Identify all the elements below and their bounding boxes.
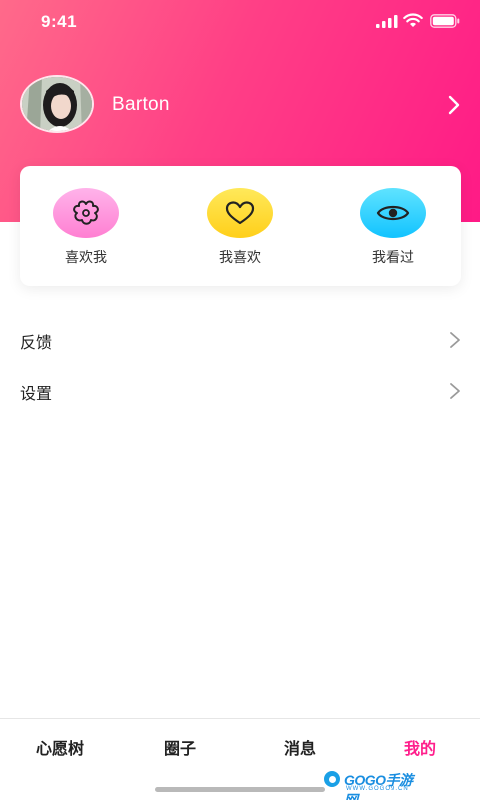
watermark-brand: GOGO手游网 bbox=[344, 772, 413, 800]
watermark-mark-icon bbox=[322, 769, 342, 789]
watermark-logo: GOGO手游网 WWW.GOGO9.CN bbox=[322, 767, 422, 800]
heart-icon bbox=[225, 201, 255, 225]
quick-action-circle bbox=[360, 188, 426, 238]
quick-actions-card: 喜欢我 我喜欢 我看过 bbox=[20, 166, 461, 286]
watermark-subtext: WWW.GOGO9.CN bbox=[346, 786, 409, 792]
quick-action-viewed[interactable]: 我看过 bbox=[343, 188, 443, 267]
quick-action-label: 喜欢我 bbox=[65, 249, 107, 265]
tab-wish-tree[interactable]: 心愿树 bbox=[10, 735, 110, 759]
quick-action-liked-me[interactable]: 喜欢我 bbox=[36, 188, 136, 267]
quick-action-label: 我看过 bbox=[372, 249, 414, 265]
quick-action-circle bbox=[207, 188, 273, 238]
chevron-right-icon bbox=[450, 383, 460, 399]
signal-icon bbox=[376, 15, 398, 28]
menu-item-feedback[interactable]: 反馈 bbox=[20, 327, 461, 353]
menu-item-settings[interactable]: 设置 bbox=[20, 378, 461, 404]
avatar[interactable] bbox=[20, 75, 94, 133]
chevron-right-icon[interactable] bbox=[447, 95, 461, 115]
battery-icon bbox=[430, 14, 460, 28]
tab-circle[interactable]: 圈子 bbox=[130, 735, 230, 759]
chevron-right-icon bbox=[450, 332, 460, 348]
eye-icon bbox=[376, 205, 410, 221]
quick-action-circle bbox=[53, 188, 119, 238]
menu-item-label: 反馈 bbox=[20, 335, 53, 352]
menu-item-label: 设置 bbox=[20, 386, 53, 403]
quick-action-i-like[interactable]: 我喜欢 bbox=[190, 188, 290, 267]
wifi-icon bbox=[403, 13, 423, 27]
status-time: 9:41 bbox=[41, 12, 78, 31]
quick-action-label: 我喜欢 bbox=[219, 249, 261, 265]
home-indicator[interactable] bbox=[155, 787, 325, 792]
profile-page: 9:41 Barton 喜欢我 我喜欢 我看过 反馈 设置 心愿树 圈子 消息 … bbox=[0, 0, 480, 800]
tab-mine[interactable]: 我的 bbox=[370, 735, 470, 759]
username[interactable]: Barton bbox=[112, 94, 170, 116]
status-bar: 9:41 bbox=[0, 0, 480, 44]
flower-icon bbox=[73, 200, 99, 225]
tab-messages[interactable]: 消息 bbox=[250, 735, 350, 759]
